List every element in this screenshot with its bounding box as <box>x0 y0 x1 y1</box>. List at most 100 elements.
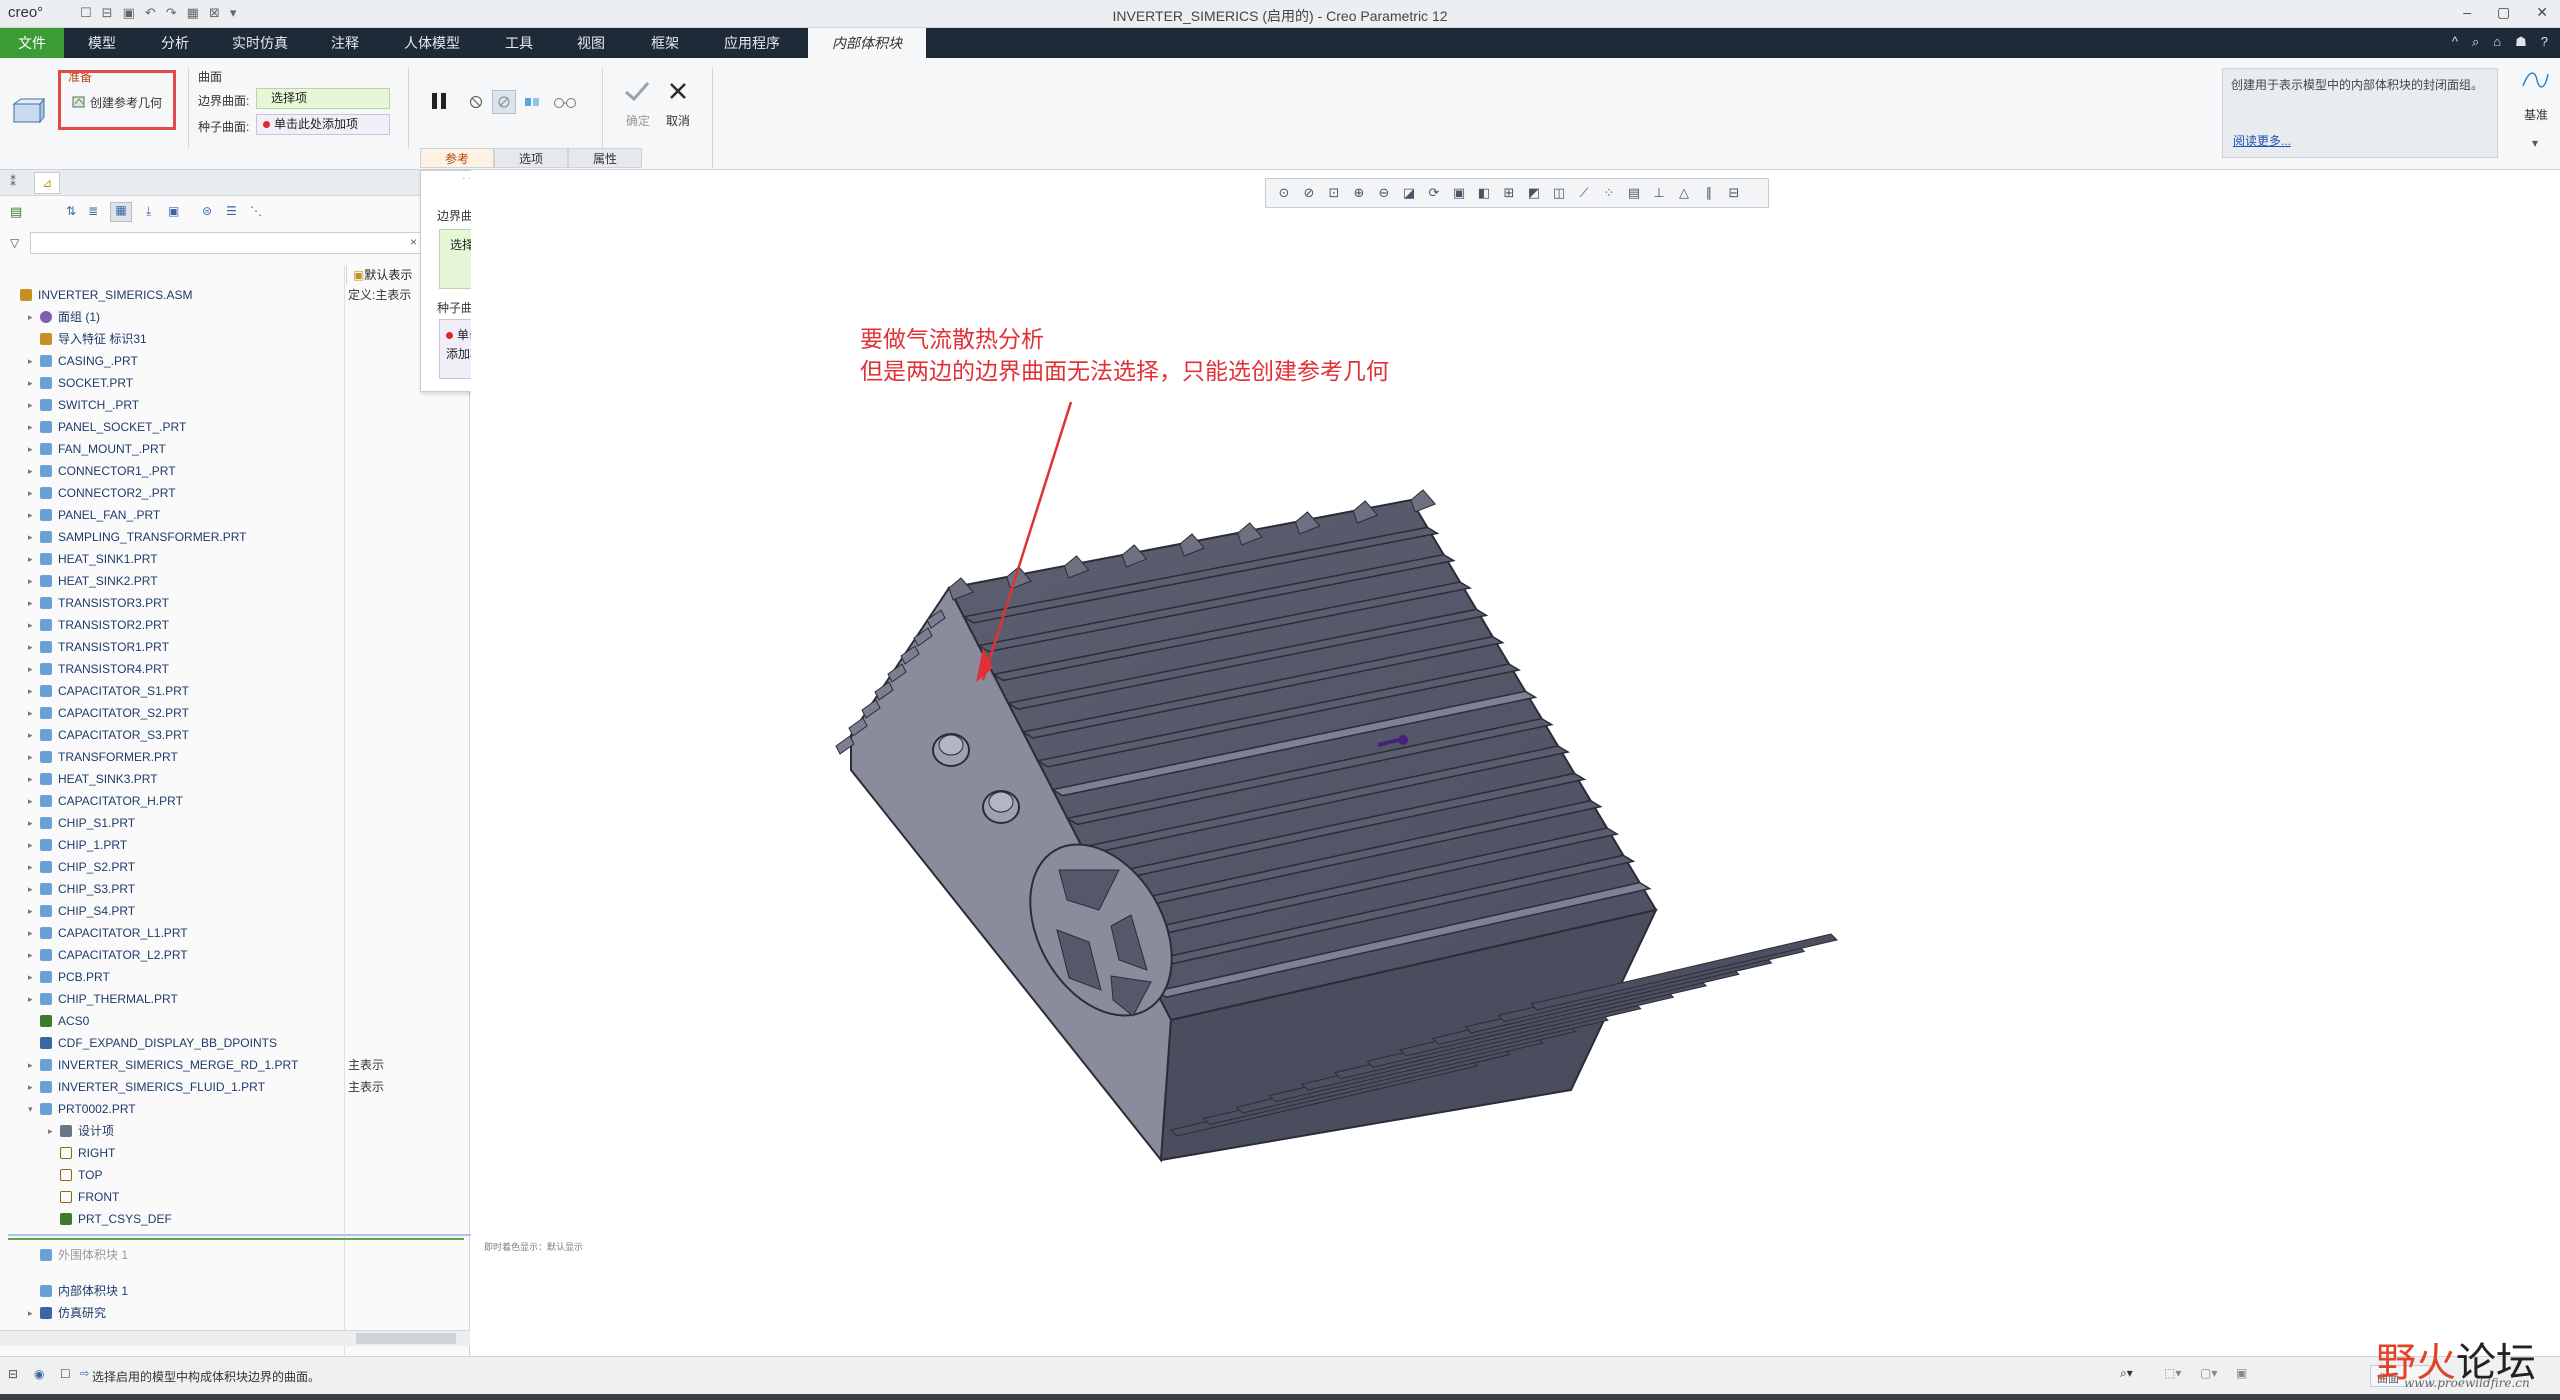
glasses-icon[interactable] <box>552 92 578 112</box>
expand-arrow-icon[interactable]: ▸ <box>28 746 33 768</box>
column-divider[interactable] <box>344 266 345 1356</box>
expand-arrow-icon[interactable]: ▸ <box>28 482 33 504</box>
tree-row[interactable]: ▸ 仿真研究 <box>0 1302 344 1324</box>
find-icon[interactable]: ⌕▾ <box>2120 1366 2133 1381</box>
tree-row[interactable]: ▸ FAN_MOUNT_.PRT <box>0 438 344 460</box>
expand-arrow-icon[interactable]: ▸ <box>28 768 33 790</box>
expand-arrow-icon[interactable]: ▸ <box>28 988 33 1010</box>
tree-row[interactable]: ▸ 设计项 <box>0 1120 344 1142</box>
ok-icon[interactable] <box>618 76 656 106</box>
expand-arrow-icon[interactable]: ▸ <box>28 438 33 460</box>
datum-label[interactable]: 基准 <box>2524 106 2548 123</box>
tree-row[interactable]: ▸ CAPACITATOR_S3.PRT <box>0 724 344 746</box>
tab-framework[interactable]: 框架 <box>628 28 702 58</box>
expand-arrow-icon[interactable]: ▸ <box>28 966 33 988</box>
expand-arrow-icon[interactable]: ▸ <box>28 1302 33 1324</box>
representation-cell[interactable]: 主表示 <box>348 1054 384 1076</box>
expand-arrow-icon[interactable]: ▸ <box>28 416 33 438</box>
tree-row[interactable]: ▸ INVERTER_SIMERICS_FLUID_1.PRT <box>0 1076 344 1098</box>
representation-cell[interactable]: 定义:主表示 <box>348 284 411 306</box>
tree-row[interactable]: ACS0 <box>0 1010 344 1032</box>
expand-arrow-icon[interactable]: ▸ <box>28 306 33 328</box>
collapse-ribbon-icon[interactable]: ^ <box>2452 34 2458 50</box>
verify-icon[interactable] <box>522 92 542 112</box>
home-icon[interactable]: ⌂ <box>2493 34 2501 50</box>
tree-row[interactable]: ▸ CAPACITATOR_S1.PRT <box>0 680 344 702</box>
tree-row[interactable]: ▸ CHIP_1.PRT <box>0 834 344 856</box>
read-more-link[interactable]: 阅读更多... <box>2233 133 2291 149</box>
tree-row[interactable]: ▸ HEAT_SINK2.PRT <box>0 570 344 592</box>
datum-icon[interactable] <box>2520 66 2550 96</box>
tree-row[interactable]: ▸ 面组 (1) <box>0 306 344 328</box>
status-globe-icon[interactable]: ◉ <box>34 1367 44 1381</box>
datum-dropdown-icon[interactable]: ▾ <box>2532 136 2538 150</box>
tree-row[interactable]: ▸ SOCKET.PRT <box>0 372 344 394</box>
expand-arrow-icon[interactable]: ▸ <box>28 724 33 746</box>
tree-root[interactable]: INVERTER_SIMERICS.ASM <box>0 284 344 306</box>
tab-options[interactable]: 选项 <box>494 148 568 168</box>
tree-row[interactable]: ▸ CHIP_S4.PRT <box>0 900 344 922</box>
tab-model[interactable]: 模型 <box>66 28 138 58</box>
tab-tools[interactable]: 工具 <box>484 28 554 58</box>
layer-icon[interactable]: ⊜ <box>202 204 212 218</box>
tab-human-model[interactable]: 人体模型 <box>382 28 482 58</box>
tab-applications[interactable]: 应用程序 <box>704 28 800 58</box>
tree-row[interactable]: ▸ SWITCH_.PRT <box>0 394 344 416</box>
pause-button[interactable] <box>426 88 452 114</box>
insert-indicator[interactable] <box>8 1238 464 1240</box>
tree-row[interactable]: ▸ CHIP_THERMAL.PRT <box>0 988 344 1010</box>
tree-row[interactable]: ▸ CASING_.PRT <box>0 350 344 372</box>
tree-row[interactable]: ▸ CONNECTOR2_.PRT <box>0 482 344 504</box>
expand-arrow-icon[interactable]: ▸ <box>28 658 33 680</box>
folder-tab-icon[interactable]: ⊿ <box>34 172 60 194</box>
expand-arrow-icon[interactable]: ▸ <box>28 1076 33 1098</box>
tree-row[interactable]: ▸ TRANSISTOR4.PRT <box>0 658 344 680</box>
expand-arrow-icon[interactable]: ▸ <box>28 614 33 636</box>
tab-realtime-sim[interactable]: 实时仿真 <box>212 28 308 58</box>
create-ref-geom-button[interactable]: 创建参考几何 <box>72 92 172 112</box>
tree-row[interactable]: ▸ CAPACITATOR_H.PRT <box>0 790 344 812</box>
tree-columns-icon[interactable]: ▦ <box>110 202 132 222</box>
tree-row[interactable]: ▸ PCB.PRT <box>0 966 344 988</box>
tab-references[interactable]: 参考 <box>420 148 494 168</box>
tree-list-icon[interactable]: ≣ <box>88 204 98 218</box>
help-icon[interactable]: ? <box>2541 34 2548 50</box>
expand-arrow-icon[interactable]: ▸ <box>28 900 33 922</box>
expand-arrow-icon[interactable]: ▸ <box>28 878 33 900</box>
clear-search-icon[interactable]: × <box>410 235 417 249</box>
cancel-label[interactable]: 取消 <box>666 112 690 129</box>
tree-row[interactable]: ▸ CAPACITATOR_L1.PRT <box>0 922 344 944</box>
expand-arrow-icon[interactable]: ▸ <box>28 548 33 570</box>
status-tree-icon[interactable]: ⊟ <box>8 1367 18 1381</box>
preview-mode-icon[interactable] <box>492 90 516 114</box>
scrollbar-thumb[interactable] <box>356 1333 456 1344</box>
tree-row[interactable]: ▸ PANEL_FAN_.PRT <box>0 504 344 526</box>
boundary-surface-collector[interactable]: 选择项 <box>256 88 390 109</box>
expand-arrow-icon[interactable]: ▸ <box>28 944 33 966</box>
selection-mode-icon[interactable]: ▢▾ <box>2200 1366 2217 1380</box>
tree-row[interactable]: RIGHT <box>0 1142 344 1164</box>
expand-arrow-icon[interactable]: ▸ <box>28 570 33 592</box>
tree-row[interactable]: 内部体积块 1 <box>0 1280 344 1302</box>
maximize-button[interactable]: ▢ <box>2497 4 2510 21</box>
seed-surface-collector[interactable]: 单击此处添加项 <box>256 114 390 135</box>
tree-row[interactable]: FRONT <box>0 1186 344 1208</box>
tree-row[interactable]: TOP <box>0 1164 344 1186</box>
ok-label[interactable]: 确定 <box>626 112 650 129</box>
expand-arrow-icon[interactable]: ▸ <box>28 636 33 658</box>
expand-arrow-icon[interactable]: ▸ <box>28 834 33 856</box>
cancel-icon[interactable] <box>660 76 696 106</box>
tab-analysis[interactable]: 分析 <box>140 28 210 58</box>
tree-row[interactable]: ▸ TRANSISTOR1.PRT <box>0 636 344 658</box>
representation-cell[interactable]: 主表示 <box>348 1076 384 1098</box>
expand-arrow-icon[interactable]: ▸ <box>28 394 33 416</box>
tree-row[interactable]: ▸ TRANSISTOR2.PRT <box>0 614 344 636</box>
settings-icon[interactable]: ▤ <box>10 204 22 220</box>
expand-tree-icon[interactable]: ⇅ <box>66 204 76 218</box>
horizontal-scrollbar[interactable] <box>0 1330 470 1346</box>
expand-arrow-icon[interactable]: ▸ <box>28 592 33 614</box>
expand-arrow-icon[interactable]: ▸ <box>28 372 33 394</box>
tree-row[interactable]: ▸ SAMPLING_TRANSFORMER.PRT <box>0 526 344 548</box>
tree-row[interactable]: ▸ HEAT_SINK3.PRT <box>0 768 344 790</box>
tree-row[interactable]: ▸ CAPACITATOR_S2.PRT <box>0 702 344 724</box>
